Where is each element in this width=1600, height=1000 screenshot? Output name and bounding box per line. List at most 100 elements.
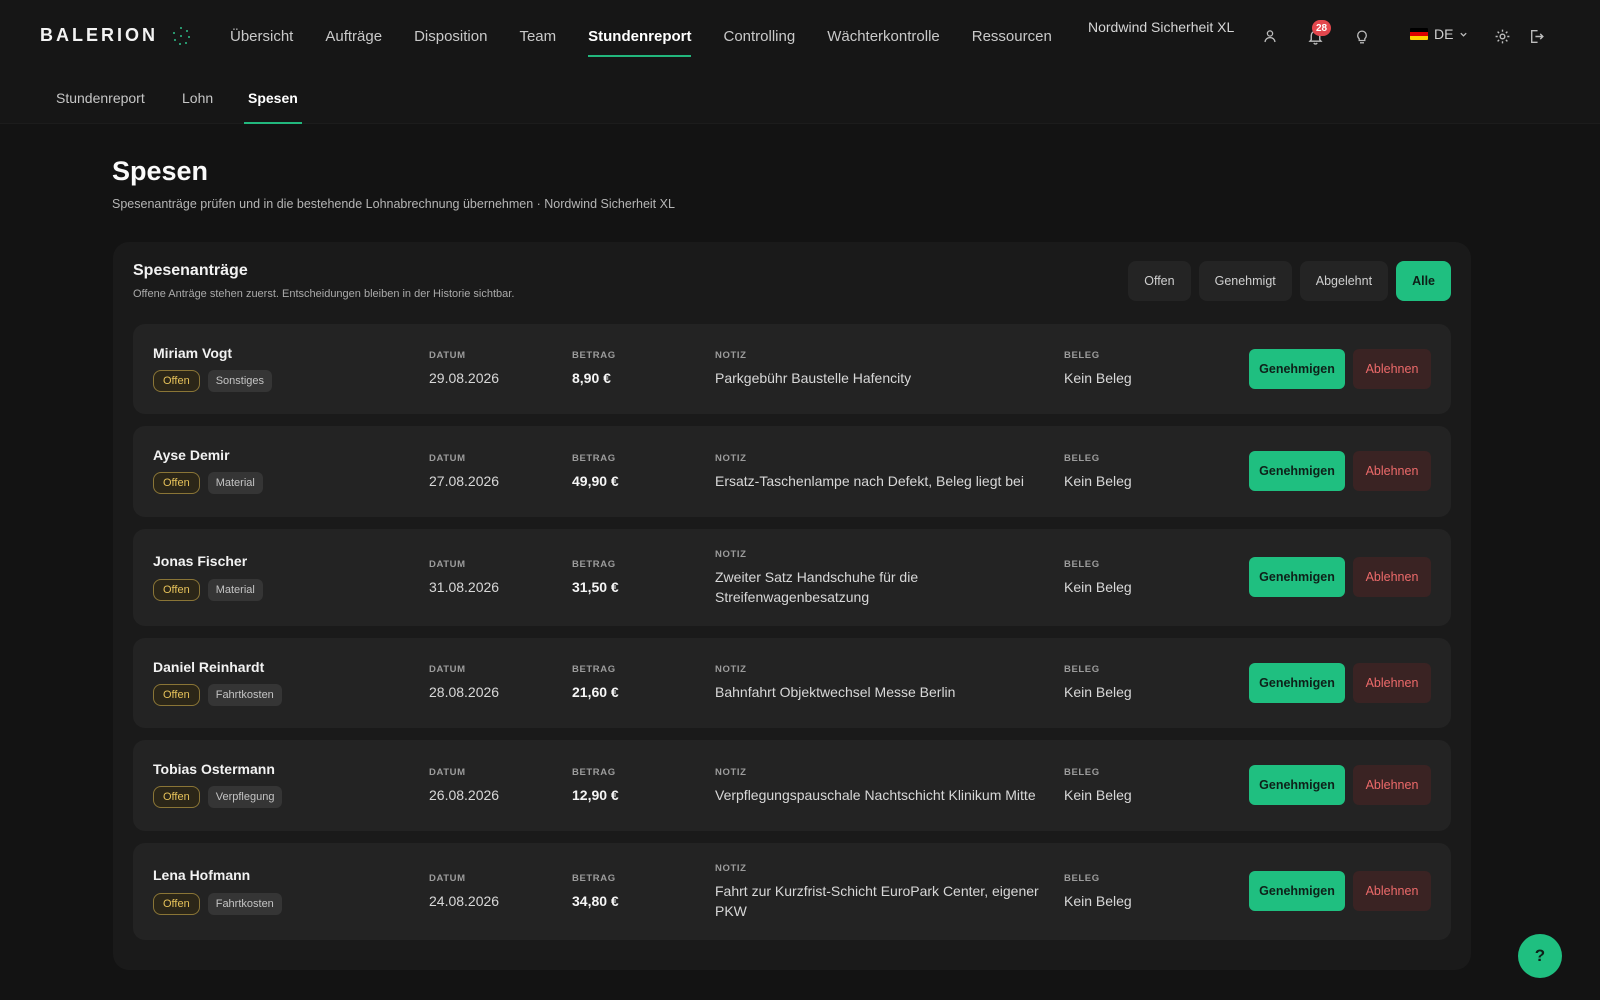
note-value: Fahrt zur Kurzfrist-Schicht EuroPark Cen…: [715, 883, 1039, 919]
amount-field: BETRAG 31,50 €: [572, 559, 619, 597]
note-field: NOTIZ Fahrt zur Kurzfrist-Schicht EuroPar…: [715, 863, 1045, 921]
note-label: NOTIZ: [715, 350, 747, 361]
employee-name: Daniel Reinhardt: [153, 659, 265, 675]
nav-item-auftraege[interactable]: Aufträge: [309, 0, 398, 72]
expense-request-list: Miriam Vogt Offen Sonstiges DATUM 29.08.2…: [133, 324, 1451, 952]
card-subtitle: Offene Anträge stehen zuerst. Entscheidu…: [133, 288, 515, 300]
note-field: NOTIZ Verpflegungspauschale Nachtschicht …: [715, 767, 1055, 805]
receipt-label: BELEG: [1064, 873, 1100, 884]
reject-button[interactable]: Ablehnen: [1353, 557, 1431, 597]
note-field: NOTIZ Ersatz-Taschenlampe nach Defekt, Be…: [715, 453, 1045, 491]
receipt-value: Kein Beleg: [1064, 370, 1132, 386]
amount-value: 12,90 €: [572, 787, 619, 803]
approve-button[interactable]: Genehmigen: [1249, 765, 1345, 805]
amount-label: BETRAG: [572, 664, 616, 675]
receipt-field: BELEG Kein Beleg: [1064, 350, 1132, 388]
language-selector[interactable]: DE: [1410, 26, 1468, 42]
reject-button[interactable]: Ablehnen: [1353, 349, 1431, 389]
approve-button[interactable]: Genehmigen: [1249, 871, 1345, 911]
approve-button[interactable]: Genehmigen: [1249, 349, 1345, 389]
nav-item-team[interactable]: Team: [503, 0, 572, 72]
approve-button[interactable]: Genehmigen: [1249, 663, 1345, 703]
page-subtitle: Spesenanträge prüfen und in die bestehen…: [112, 197, 675, 211]
date-label: DATUM: [429, 453, 466, 464]
date-value: 24.08.2026: [429, 893, 500, 909]
employee-name: Miriam Vogt: [153, 345, 233, 361]
tenant-name[interactable]: Nordwind Sicherheit XL: [1088, 19, 1234, 35]
category-badge: Fahrtkosten: [207, 893, 282, 915]
date-label: DATUM: [429, 873, 466, 884]
note-field: NOTIZ Bahnfahrt Objektwechsel Messe Berli…: [715, 664, 1045, 702]
status-badge: Offen: [153, 684, 200, 706]
date-field: DATUM 28.08.2026: [429, 664, 499, 702]
reject-button[interactable]: Ablehnen: [1353, 663, 1431, 703]
nav-item-controlling[interactable]: Controlling: [707, 0, 811, 72]
employee-name: Tobias Ostermann: [153, 761, 275, 777]
note-value: Ersatz-Taschenlampe nach Defekt, Beleg l…: [715, 473, 1024, 489]
lightbulb-icon[interactable]: [1350, 24, 1374, 48]
category-badge: Fahrtkosten: [207, 684, 282, 706]
reject-button[interactable]: Ablehnen: [1353, 871, 1431, 911]
employee-name: Lena Hofmann: [153, 867, 251, 883]
date-value: 27.08.2026: [429, 473, 500, 489]
amount-field: BETRAG 21,60 €: [572, 664, 619, 702]
user-icon[interactable]: [1258, 24, 1282, 48]
tab-lohn[interactable]: Lohn: [182, 72, 213, 124]
nav-item-uebersicht[interactable]: Übersicht: [214, 0, 309, 72]
filter-alle-button[interactable]: Alle: [1396, 261, 1451, 301]
reject-button[interactable]: Ablehnen: [1353, 765, 1431, 805]
status-badge: Offen: [153, 579, 200, 601]
receipt-field: BELEG Kein Beleg: [1064, 767, 1132, 805]
nav-item-label: Übersicht: [230, 27, 294, 45]
help-button[interactable]: ?: [1518, 934, 1562, 978]
date-label: DATUM: [429, 664, 466, 675]
approve-button[interactable]: Genehmigen: [1249, 451, 1345, 491]
logout-icon[interactable]: [1524, 24, 1548, 48]
nav-item-label: Disposition: [414, 27, 488, 45]
amount-label: BETRAG: [572, 767, 616, 778]
amount-field: BETRAG 8,90 €: [572, 350, 616, 388]
sub-navigation: Stundenreport Lohn Spesen: [0, 72, 1600, 124]
note-label: NOTIZ: [715, 863, 747, 874]
tab-label: Lohn: [182, 90, 214, 106]
date-field: DATUM 24.08.2026: [429, 873, 499, 911]
receipt-field: BELEG Kein Beleg: [1064, 453, 1132, 491]
category-badge: Material: [207, 472, 263, 494]
receipt-label: BELEG: [1064, 664, 1100, 675]
note-label: NOTIZ: [715, 453, 747, 464]
nav-item-waechterkontrolle[interactable]: Wächterkontrolle: [811, 0, 956, 72]
nav-item-stundenreport[interactable]: Stundenreport: [572, 0, 707, 72]
list-item: Jonas Fischer Offen Material DATUM 31.08.…: [133, 529, 1451, 626]
date-label: DATUM: [429, 350, 466, 361]
approve-button[interactable]: Genehmigen: [1249, 557, 1345, 597]
receipt-value: Kein Beleg: [1064, 473, 1132, 489]
receipt-value: Kein Beleg: [1064, 893, 1132, 909]
nav-item-label: Controlling: [723, 27, 796, 45]
receipt-value: Kein Beleg: [1064, 684, 1132, 700]
tab-spesen[interactable]: Spesen: [244, 72, 302, 124]
nav-item-label: Stundenreport: [588, 27, 692, 45]
nav-item-label: Wächterkontrolle: [827, 27, 940, 45]
filter-abgelehnt-button[interactable]: Abgelehnt: [1299, 261, 1389, 301]
nav-item-ressourcen[interactable]: Ressourcen: [956, 0, 1068, 72]
receipt-label: BELEG: [1064, 767, 1100, 778]
filter-genehmigt-button[interactable]: Genehmigt: [1198, 261, 1292, 301]
reject-button[interactable]: Ablehnen: [1353, 451, 1431, 491]
nav-item-disposition[interactable]: Disposition: [398, 0, 503, 72]
amount-field: BETRAG 49,90 €: [572, 453, 619, 491]
filter-offen-button[interactable]: Offen: [1128, 261, 1191, 301]
date-label: DATUM: [429, 767, 466, 778]
gear-icon[interactable]: [1490, 24, 1514, 48]
amount-label: BETRAG: [572, 873, 616, 884]
list-item: Daniel Reinhardt Offen Fahrtkosten DATUM…: [133, 638, 1451, 728]
status-filter-group: Offen Genehmigt Abgelehnt Alle: [1128, 261, 1451, 301]
amount-label: BETRAG: [572, 453, 616, 464]
logo-dots-icon: [172, 26, 190, 45]
receipt-field: BELEG Kein Beleg: [1064, 873, 1132, 911]
brand-logo[interactable]: BALERION: [40, 25, 190, 46]
tab-stundenreport[interactable]: Stundenreport: [56, 72, 145, 124]
date-value: 28.08.2026: [429, 684, 500, 700]
brand-logo-text: BALERION: [40, 25, 158, 45]
nav-item-label: Ressourcen: [971, 27, 1052, 45]
tab-label: Spesen: [248, 90, 298, 106]
